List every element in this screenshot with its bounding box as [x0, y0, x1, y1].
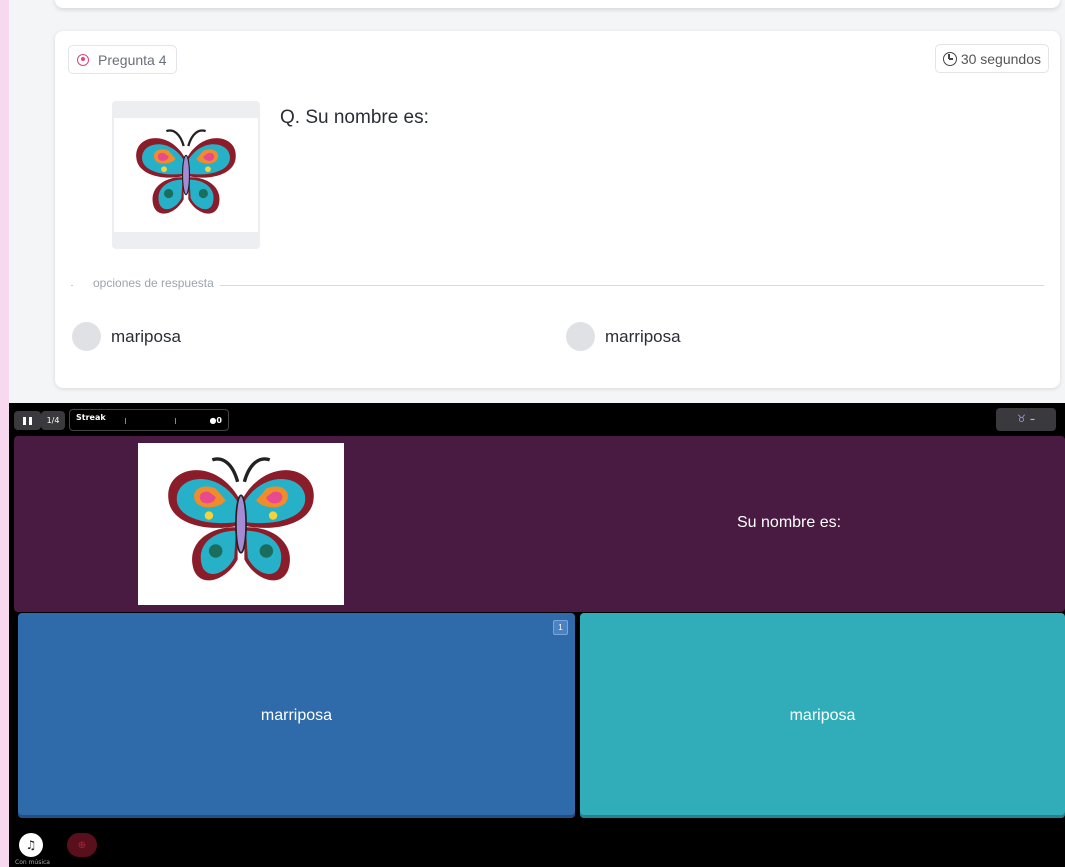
question-number-badge: Pregunta 4	[68, 45, 177, 74]
streak-label: Streak	[76, 413, 106, 422]
streak-tick	[125, 418, 126, 424]
game-question-text: Su nombre es:	[737, 514, 842, 531]
answer-tile-label: mariposa	[789, 706, 856, 724]
previous-question-card	[55, 0, 1060, 8]
question-progress: 1/4	[41, 411, 65, 430]
clock-icon	[942, 51, 957, 66]
music-toggle-button[interactable]: ♫	[19, 833, 43, 857]
pause-button[interactable]	[14, 411, 41, 430]
zoom-icon: ⊕	[77, 839, 87, 851]
question-image-frame	[112, 101, 260, 249]
target-icon	[77, 53, 89, 66]
answer-option-label: mariposa	[111, 326, 181, 346]
answer-tile-1[interactable]: 1 marriposa	[18, 613, 575, 818]
answer-option-radio[interactable]	[566, 322, 595, 351]
streak-meter: Streak ●0	[69, 409, 229, 431]
butterfly-image	[168, 457, 314, 581]
taurus-icon: ♉	[1017, 414, 1026, 425]
game-question-image	[138, 443, 344, 605]
question-text: Q. Su nombre es:	[280, 107, 429, 128]
butterfly-image	[136, 129, 236, 214]
quiz-editor-panel: Pregunta 4 30 segundos Q. Su nombre es: …	[9, 0, 1065, 403]
answer-tile-label: marriposa	[260, 706, 333, 724]
question-number-label: Pregunta 4	[98, 51, 167, 68]
question-image	[114, 118, 258, 232]
powerup-value: –	[1029, 414, 1035, 425]
question-card: Pregunta 4 30 segundos Q. Su nombre es: …	[55, 31, 1060, 388]
answer-option-radio[interactable]	[72, 322, 101, 351]
game-preview: 1/4 Streak ●0 ♉ – Su nombre es: 1 marrip…	[9, 403, 1065, 867]
game-bottom-bar: ♫ Con música ⊕	[9, 821, 1065, 867]
left-edge-strip	[0, 0, 9, 867]
pause-icon	[23, 416, 26, 425]
answer-key-badge: 1	[553, 620, 568, 635]
answer-option-2[interactable]: marriposa	[566, 322, 681, 351]
answer-option-1[interactable]: mariposa	[72, 322, 181, 351]
time-limit-label: 30 segundos	[960, 50, 1041, 67]
powerup-button[interactable]: ♉ –	[996, 408, 1056, 431]
game-question-panel: Su nombre es:	[14, 436, 1065, 612]
streak-score-value: 0	[216, 416, 222, 425]
music-note-icon: ♫	[25, 838, 37, 852]
answer-option-label: marriposa	[605, 326, 681, 346]
game-top-bar: 1/4 Streak ●0 ♉ –	[9, 403, 1065, 436]
pause-icon	[29, 416, 32, 425]
time-limit-badge[interactable]: 30 segundos	[934, 44, 1049, 73]
streak-score: ●0	[209, 416, 222, 425]
streak-tick	[175, 418, 176, 424]
music-toggle-label: Con música	[15, 859, 50, 866]
zoom-button[interactable]: ⊕	[67, 833, 97, 857]
options-divider-label: opciones de respuesta	[73, 276, 220, 290]
answer-tile-2[interactable]: mariposa	[580, 613, 1065, 818]
